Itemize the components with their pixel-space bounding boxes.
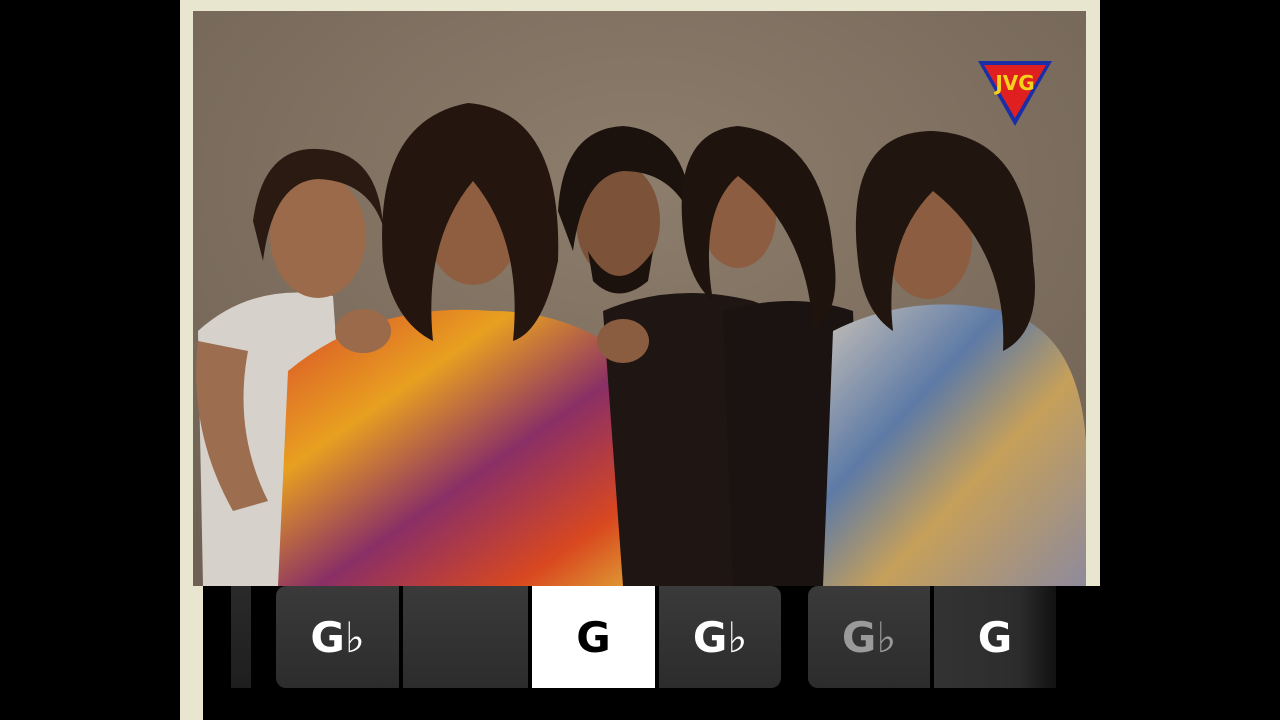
jvg-triangle-logo-icon: JVG	[976, 58, 1054, 128]
chord-cell: G	[934, 586, 1056, 688]
chord-label: G♭	[841, 612, 897, 662]
chord-cell-empty	[403, 586, 528, 688]
chord-label: G♭	[692, 612, 748, 662]
svg-text:JVG: JVG	[993, 71, 1034, 95]
band-photo	[193, 11, 1086, 586]
chord-label: G♭	[310, 612, 365, 662]
chord-label: G	[576, 612, 611, 662]
chord-cell-upcoming: G♭	[808, 586, 930, 688]
chord-cell-active: G	[532, 586, 655, 688]
chord-bar: G♭ G G♭ G♭ G	[203, 586, 1100, 720]
chord-cell: G♭	[276, 586, 399, 688]
chord-label: G	[977, 612, 1013, 662]
chord-cell: G♭	[659, 586, 781, 688]
chord-cell-partial	[231, 586, 251, 688]
